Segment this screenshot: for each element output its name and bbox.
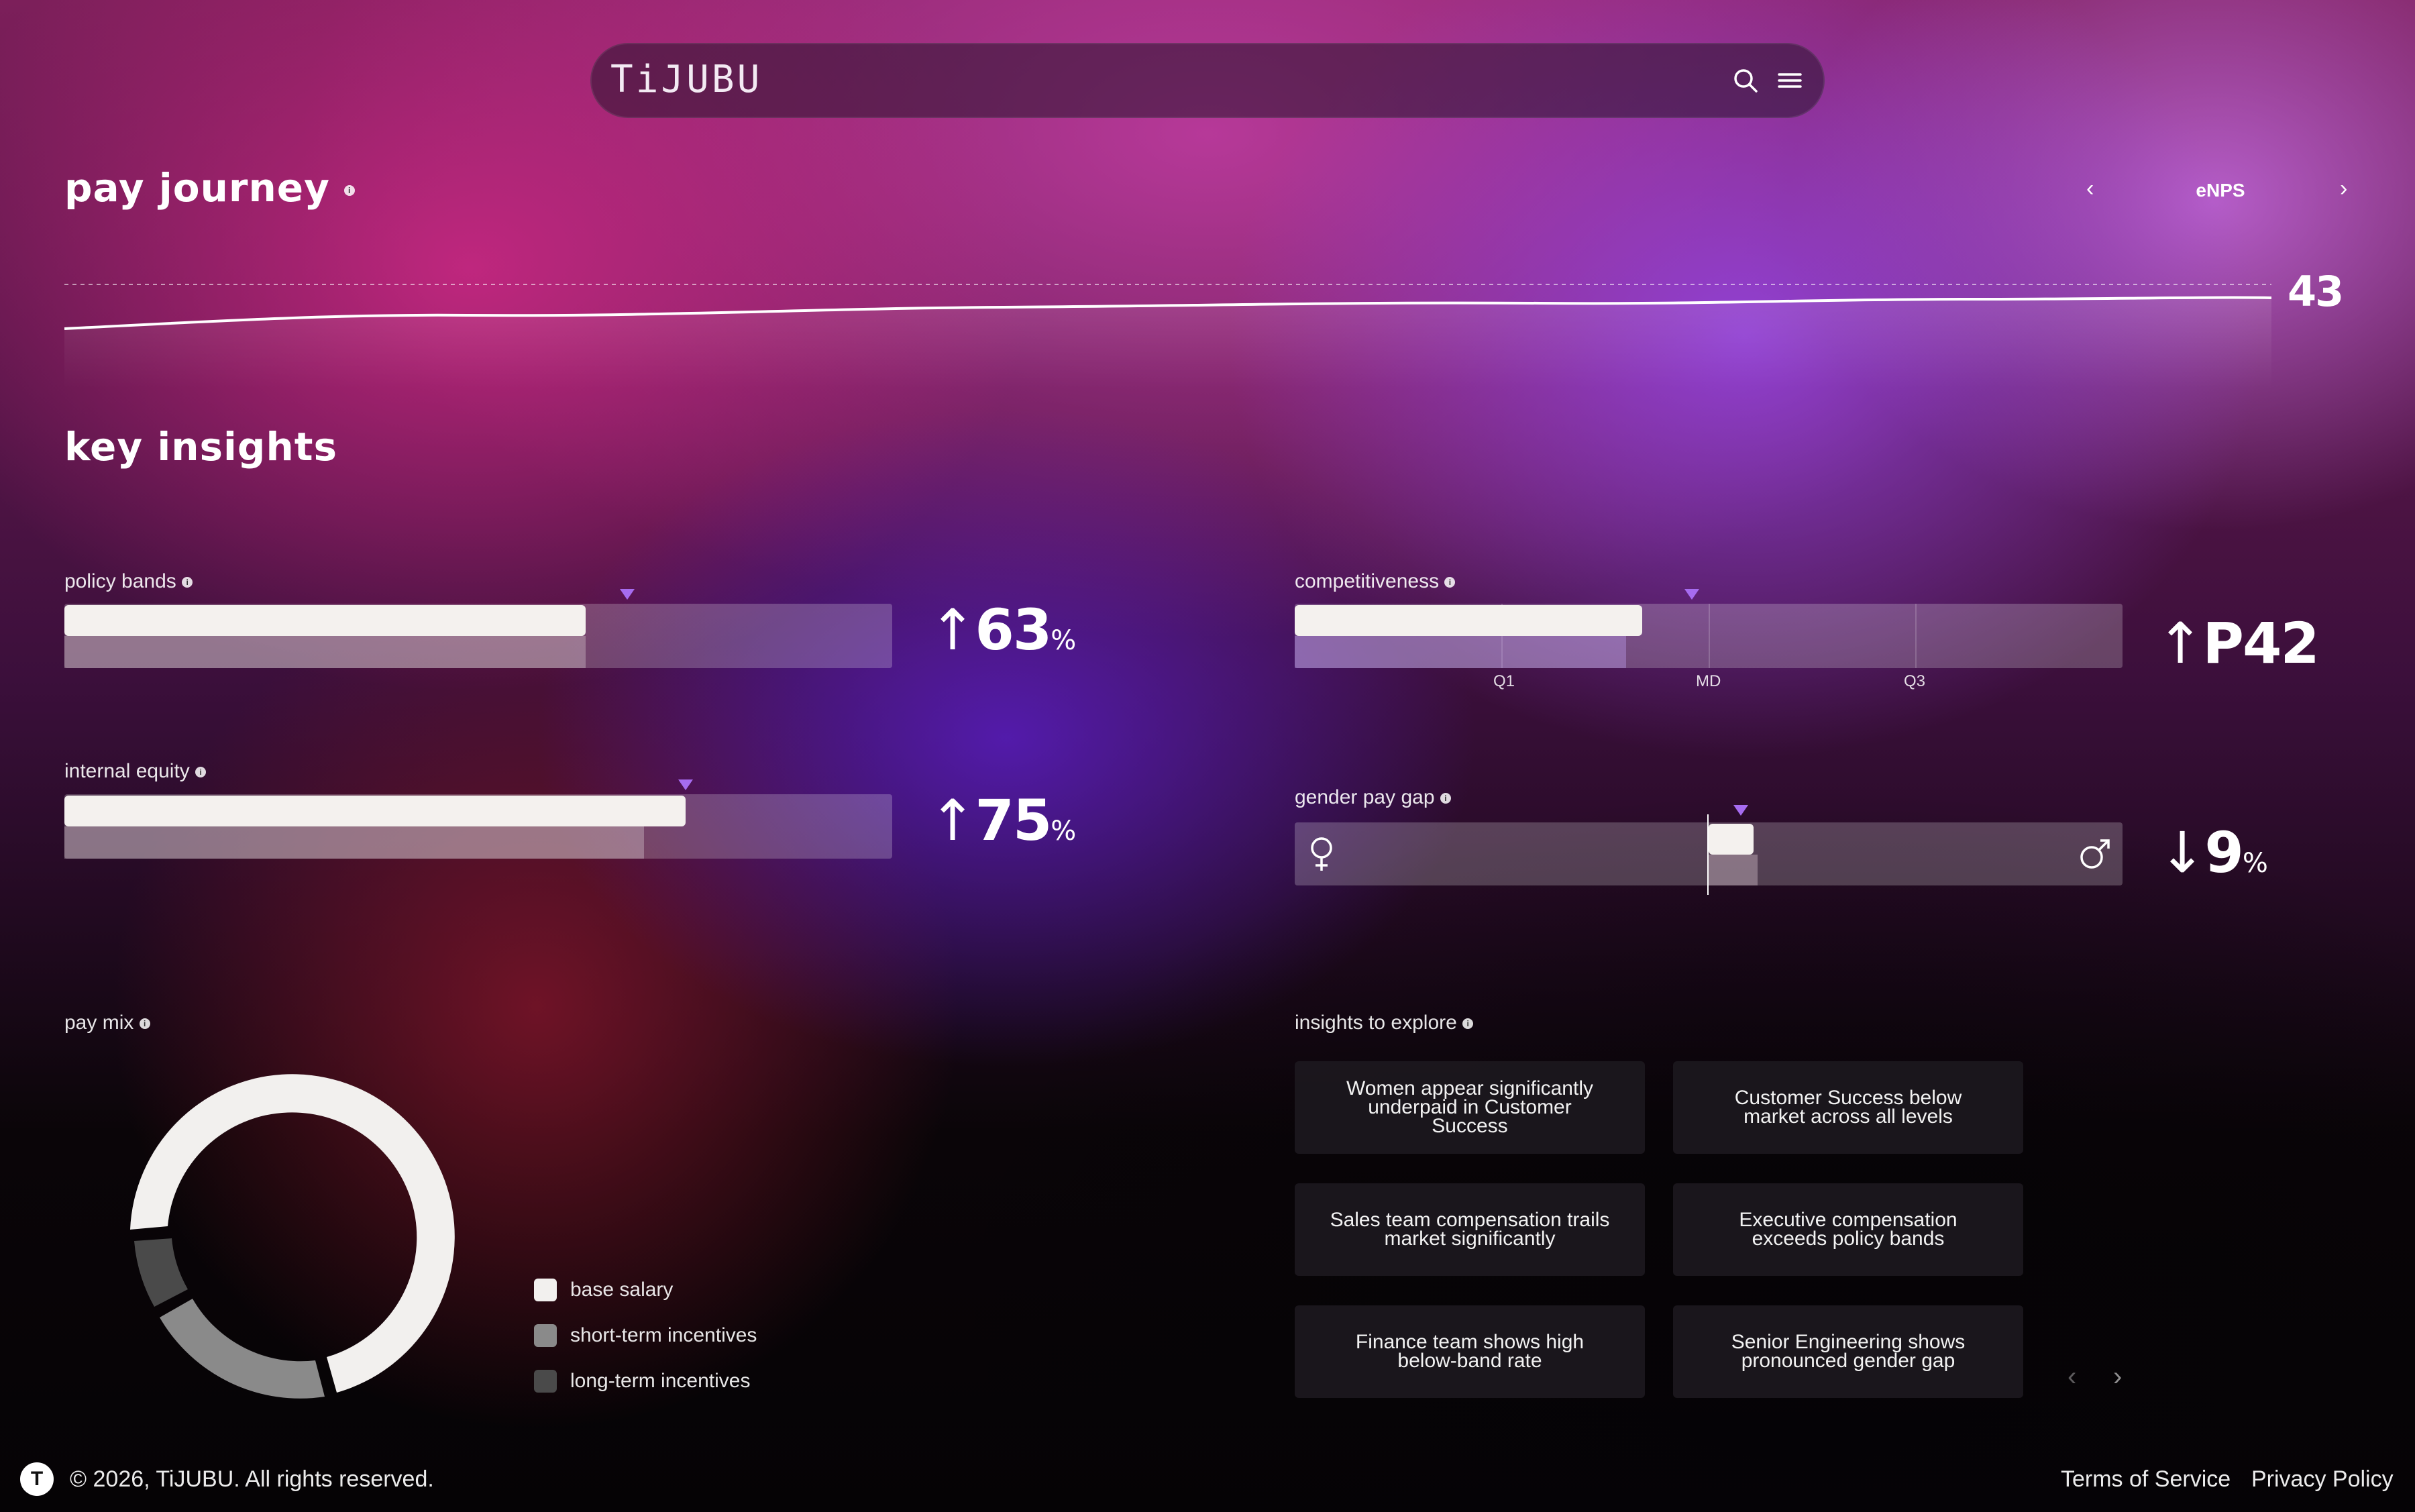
pay-mix-label: pay mix i [64, 1012, 150, 1034]
insight-card[interactable]: Customer Success below market across all… [1673, 1061, 2023, 1154]
legend-swatch [534, 1370, 557, 1393]
gender-pay-gap-number: 9 [2204, 820, 2243, 885]
legend-item: long-term incentives [534, 1370, 750, 1393]
gender-pay-gap-label: gender pay gap i [1295, 786, 1451, 809]
competitiveness-number: P42 [2202, 610, 2319, 676]
legend-swatch [534, 1324, 557, 1347]
top-search-bar[interactable] [590, 43, 1825, 118]
info-icon[interactable]: i [1440, 793, 1451, 804]
internal-equity-secondary-fill [64, 826, 644, 859]
legend-item: base salary [534, 1279, 673, 1301]
copyright-text: © 2026, TiJUBU. All rights reserved. [70, 1466, 434, 1492]
male-icon [2078, 837, 2112, 871]
gender-pay-gap-bar[interactable] [1295, 814, 2123, 895]
metric-next-button[interactable]: › [2340, 176, 2347, 202]
policy-bands-number: 63 [975, 597, 1052, 663]
gender-pay-gap-secondary-fill [1709, 855, 1758, 885]
info-icon[interactable]: i [344, 184, 356, 196]
insight-card[interactable]: Sales team compensation trails market si… [1295, 1183, 1645, 1276]
md-label: MD [1696, 672, 1721, 690]
insights-next-button[interactable]: › [2113, 1362, 2122, 1392]
competitiveness-label: competitiveness i [1295, 570, 1456, 593]
pay-journey-title-text: pay journey [64, 165, 330, 211]
trend-area [64, 297, 2271, 389]
pay-journey-trend-chart [64, 284, 2272, 389]
insight-card[interactable]: Executive compensation exceeds policy ba… [1673, 1183, 2023, 1276]
insights-to-explore-label-text: insights to explore [1295, 1012, 1457, 1034]
enps-value: 43 [2288, 267, 2344, 316]
arrow-up-icon: ↑ [929, 597, 976, 663]
legend-label: long-term incentives [570, 1370, 751, 1392]
insight-card[interactable]: Women appear significantly underpaid in … [1295, 1061, 1645, 1154]
internal-equity-number: 75 [975, 788, 1052, 853]
footer-logo-icon[interactable]: T [20, 1462, 54, 1496]
competitiveness-label-text: competitiveness [1295, 570, 1440, 592]
gender-pay-gap-marker [1733, 805, 1748, 816]
key-insights-title: key insights [64, 424, 337, 470]
brand-logo[interactable]: TiJUBU [610, 58, 762, 101]
policy-bands-label: policy bands i [64, 570, 193, 593]
menu-icon[interactable] [1776, 68, 1803, 93]
info-icon[interactable]: i [195, 767, 207, 778]
percent-unit: % [1051, 816, 1077, 847]
policy-bands-value: ↑63% [929, 597, 1076, 663]
q1-label: Q1 [1493, 672, 1515, 690]
arrow-down-icon: ↓ [2159, 820, 2206, 885]
md-gridline [1709, 604, 1710, 668]
policy-bands-label-text: policy bands [64, 570, 176, 592]
donut-segment-short-term[interactable] [160, 1299, 325, 1399]
internal-equity-label: internal equity i [64, 760, 207, 783]
internal-equity-marker [678, 779, 693, 790]
legend-label: base salary [570, 1279, 674, 1301]
arrow-up-icon: ↑ [2157, 610, 2204, 676]
internal-equity-value: ↑75% [929, 788, 1076, 853]
pay-mix-label-text: pay mix [64, 1012, 134, 1034]
info-icon[interactable]: i [1462, 1018, 1474, 1030]
insights-prev-button[interactable]: ‹ [2068, 1362, 2076, 1392]
metric-prev-button[interactable]: ‹ [2086, 176, 2094, 202]
donut-segment-base-salary[interactable] [130, 1074, 455, 1393]
legend-swatch [534, 1279, 557, 1301]
pay-journey-title: pay journey i [64, 165, 356, 211]
donut-segment-long-term[interactable] [134, 1238, 188, 1307]
metric-label: eNPS [2196, 180, 2245, 201]
search-icon[interactable] [1732, 67, 1759, 94]
q3-label: Q3 [1904, 672, 1926, 690]
policy-bands-fill [64, 605, 586, 636]
insight-card[interactable]: Senior Engineering shows pronounced gend… [1673, 1305, 2023, 1398]
info-icon[interactable]: i [182, 577, 193, 588]
pay-mix-donut-chart [130, 1074, 455, 1399]
competitiveness-secondary-fill [1295, 636, 1626, 668]
terms-link[interactable]: Terms of Service [2061, 1466, 2231, 1493]
policy-bands-secondary-fill [64, 636, 586, 668]
policy-bands-bar[interactable] [64, 604, 892, 668]
percent-unit: % [2242, 848, 2268, 879]
info-icon[interactable]: i [1444, 577, 1456, 588]
legend-label: short-term incentives [570, 1324, 757, 1346]
insight-card[interactable]: Finance team shows high below-band rate [1295, 1305, 1645, 1398]
privacy-link[interactable]: Privacy Policy [2251, 1466, 2394, 1493]
insights-to-explore-label: insights to explore i [1295, 1012, 1474, 1034]
internal-equity-bar[interactable] [64, 794, 892, 859]
competitiveness-marker [1684, 589, 1700, 600]
arrow-up-icon: ↑ [929, 788, 976, 853]
gender-pay-gap-fill [1709, 824, 1754, 855]
q3-gridline [1915, 604, 1917, 668]
competitiveness-fill [1295, 605, 1643, 636]
internal-equity-label-text: internal equity [64, 760, 190, 782]
female-icon [1307, 836, 1336, 873]
gender-pay-gap-label-text: gender pay gap [1295, 786, 1435, 808]
info-icon[interactable]: i [139, 1018, 150, 1030]
policy-bands-marker [620, 589, 635, 600]
legend-item: short-term incentives [534, 1324, 757, 1347]
competitiveness-bar[interactable] [1295, 604, 2123, 668]
percent-unit: % [1051, 625, 1077, 656]
competitiveness-value: ↑P42 [2157, 610, 2320, 676]
internal-equity-fill [64, 796, 686, 826]
gender-pay-gap-value: ↓9% [2159, 820, 2268, 885]
